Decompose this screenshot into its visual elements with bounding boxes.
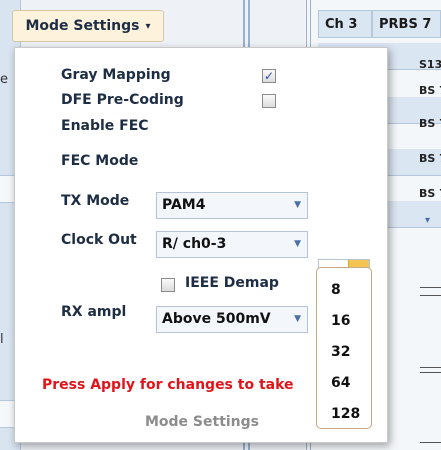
checkmark-icon: ✓ — [263, 69, 275, 83]
table-cell-fragment: S13 — [419, 58, 441, 71]
apply-warning-text: Press Apply for changes to take — [42, 377, 294, 393]
clock-out-value: R/ ch0-3 — [162, 236, 227, 252]
ieee-demap-checkbox[interactable] — [161, 278, 175, 292]
left-fragment-box — [0, 175, 15, 203]
fec-mode-options-list: 8 16 32 64 128 — [316, 267, 372, 429]
plot-line — [420, 287, 441, 288]
tx-mode-value: PAM4 — [162, 197, 206, 213]
fec-option-128[interactable]: 128 — [331, 406, 360, 422]
mode-settings-button-label: Mode Settings — [25, 18, 140, 34]
rx-ampl-select[interactable]: Above 500mV ▼ — [156, 306, 308, 333]
ieee-demap-label: IEEE Demap — [185, 275, 279, 291]
table-cell-fragment: BS 7 — [419, 152, 441, 165]
fec-option-32[interactable]: 32 — [331, 344, 350, 360]
fec-option-16[interactable]: 16 — [331, 313, 350, 329]
fec-option-8[interactable]: 8 — [331, 282, 341, 298]
mode-settings-button[interactable]: Mode Settings ▾ — [12, 10, 164, 42]
table-cell-fragment: BS 7 — [419, 187, 441, 200]
chevron-down-icon: ▾ — [145, 20, 151, 32]
chevron-down-icon: ▼ — [294, 200, 301, 210]
tx-mode-label: TX Mode — [61, 193, 130, 209]
fec-mode-label: FEC Mode — [61, 153, 139, 169]
clock-out-label: Clock Out — [61, 232, 137, 248]
tx-mode-select[interactable]: PAM4 ▼ — [156, 192, 308, 219]
left-fragment-2: l — [0, 332, 4, 347]
fec-option-64[interactable]: 64 — [331, 375, 350, 391]
dfe-precoding-label: DFE Pre-Coding — [61, 92, 184, 108]
plot-line — [420, 372, 441, 373]
plot-line — [420, 295, 441, 296]
left-fragment-1: e — [0, 72, 8, 87]
plot-line — [420, 367, 441, 368]
clock-out-select[interactable]: R/ ch0-3 ▼ — [156, 231, 308, 258]
rx-ampl-label: RX ampl — [61, 304, 127, 320]
prbs-header-cell[interactable]: PRBS 7 — [372, 10, 441, 38]
chevron-down-icon: ▼ — [294, 314, 301, 324]
channel-header-cell[interactable]: Ch 3 — [318, 10, 372, 38]
table-cell-fragment: BS 7 — [419, 117, 441, 130]
gray-mapping-checkbox[interactable]: ✓ — [262, 69, 276, 83]
table-cell-fragment: BS 7 — [419, 84, 441, 97]
gray-mapping-label: Gray Mapping — [61, 67, 171, 83]
table-cell-dropdown-arrow[interactable]: ▾ — [425, 215, 441, 226]
left-fragment-box-2 — [0, 400, 15, 428]
plot-line — [420, 442, 441, 443]
chevron-down-icon: ▼ — [294, 239, 301, 249]
dfe-precoding-checkbox[interactable] — [262, 94, 276, 108]
rx-ampl-value: Above 500mV — [162, 311, 271, 327]
enable-fec-label: Enable FEC — [61, 118, 149, 134]
